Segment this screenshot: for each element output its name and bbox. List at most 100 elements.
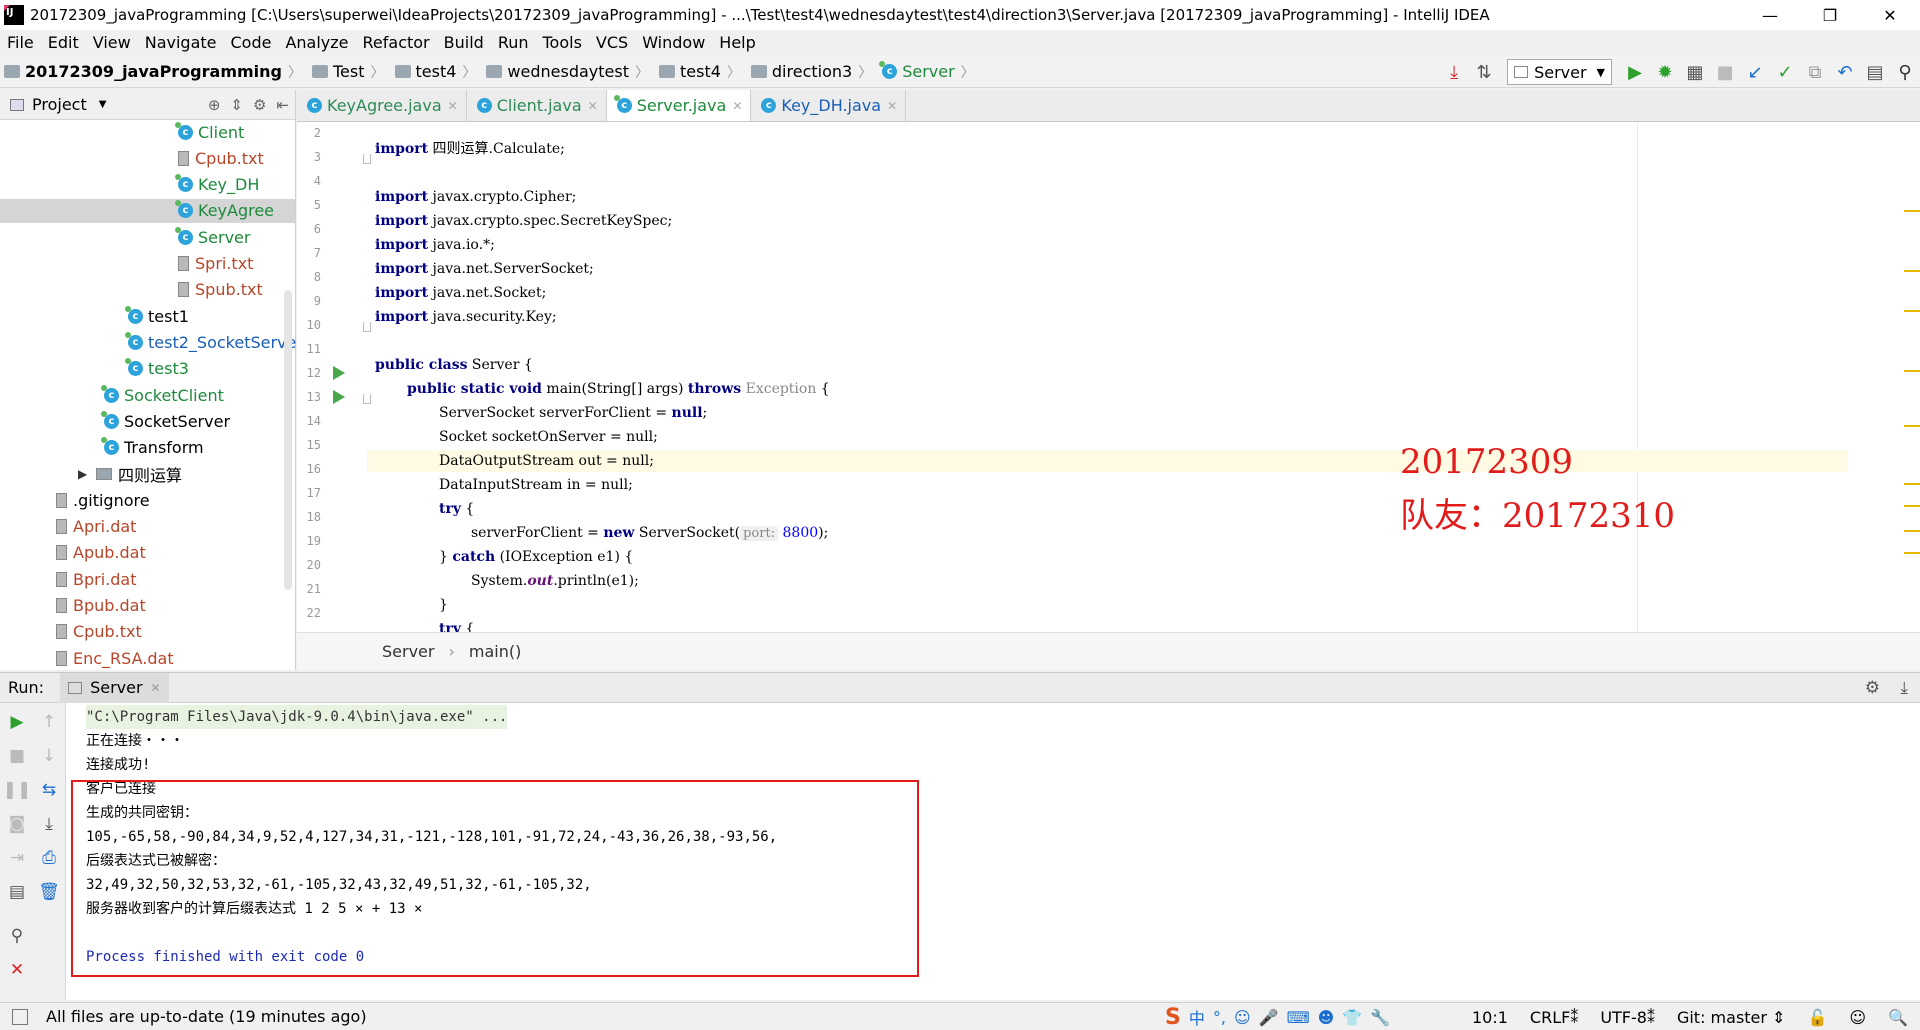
ime-emoji-icon[interactable]: ☺ <box>1234 1008 1251 1027</box>
editor-gutter[interactable]: 234567891011121314151617181920212223 <box>297 122 371 644</box>
lock-icon[interactable]: 🔓 <box>1807 1008 1827 1027</box>
tree-item[interactable]: c SocketClient <box>101 383 224 407</box>
tab-key-dh[interactable]: c Key_DH.java ✕ <box>751 90 907 121</box>
close-icon[interactable]: ✕ <box>732 99 742 113</box>
line-separator[interactable]: CRLF⁑ <box>1530 1008 1578 1027</box>
sogou-logo-icon[interactable]: S <box>1165 1005 1181 1030</box>
coverage-icon[interactable]: ▦ <box>1680 58 1710 86</box>
stop-icon[interactable]: ■ <box>1710 58 1740 86</box>
tree-item[interactable]: Bpub.dat <box>56 593 146 617</box>
code-area[interactable]: import 四则运算.Calculate; import javax.cryp… <box>367 122 1847 632</box>
tab-client[interactable]: c Client.java ✕ <box>467 90 607 121</box>
breadcrumb-server[interactable]: c Server 〉 <box>878 61 980 82</box>
close-run-icon[interactable]: ✕ <box>6 959 28 981</box>
tree-item[interactable]: c test1 <box>125 304 189 328</box>
debug-icon[interactable]: ✹ <box>1650 58 1680 86</box>
collapse-all-icon[interactable]: ⇕ <box>230 96 243 114</box>
layout-icon[interactable]: ▤ <box>6 881 28 903</box>
menu-help[interactable]: Help <box>712 33 762 52</box>
gear-icon[interactable]: ⚙ <box>253 96 266 114</box>
project-structure-icon[interactable]: ▤ <box>1860 58 1890 86</box>
pin-icon[interactable]: ⚲ <box>6 925 28 947</box>
menu-tools[interactable]: Tools <box>536 33 589 52</box>
tree-item[interactable]: c KeyAgree <box>0 198 295 223</box>
ime-punctuation[interactable]: °, <box>1213 1008 1226 1027</box>
project-scrollbar[interactable] <box>284 290 292 590</box>
stripe-marker[interactable] <box>1904 552 1920 554</box>
exit-icon[interactable]: ⇥ <box>6 847 28 869</box>
menu-run[interactable]: Run <box>491 33 536 52</box>
tree-item[interactable]: Cpub.txt <box>56 620 142 644</box>
ime-skin-icon[interactable]: 👕 <box>1342 1008 1362 1027</box>
search-icon[interactable]: ⚲ <box>1890 58 1920 86</box>
vcs-update-icon[interactable]: ↙ <box>1740 58 1770 86</box>
chevron-down-icon[interactable]: ▼ <box>99 99 107 110</box>
stripe-marker[interactable] <box>1904 370 1920 372</box>
sort-icon[interactable]: ⇅ <box>1469 58 1499 86</box>
menu-window[interactable]: Window <box>635 33 712 52</box>
stripe-marker[interactable] <box>1904 530 1920 532</box>
caret-position[interactable]: 10:1 <box>1472 1008 1508 1027</box>
stripe-marker[interactable] <box>1904 310 1920 312</box>
menu-refactor[interactable]: Refactor <box>356 33 437 52</box>
tree-item[interactable]: Apri.dat <box>56 515 136 539</box>
minimize-button[interactable]: — <box>1740 0 1800 30</box>
breadcrumb-wednesdaytest[interactable]: wednesdaytest 〉 <box>482 62 655 82</box>
ime-language[interactable]: 中 <box>1189 1005 1205 1029</box>
tree-item[interactable]: c test2_SocketServer <box>125 330 303 354</box>
tab-server[interactable]: c Server.java ✕ <box>606 90 752 121</box>
gear-icon[interactable]: ⚙ <box>1865 678 1880 698</box>
scroll-down-icon[interactable]: ↓ <box>38 745 60 767</box>
tree-item[interactable]: Bpri.dat <box>56 567 136 591</box>
hide-panel-icon[interactable]: ⇤ <box>276 96 289 114</box>
menu-file[interactable]: File <box>0 33 41 52</box>
ime-settings-icon[interactable]: 🔧 <box>1370 1008 1390 1027</box>
camera-icon[interactable]: ◙ <box>6 813 28 835</box>
menu-code[interactable]: Code <box>224 33 279 52</box>
stripe-marker[interactable] <box>1904 505 1920 507</box>
build-down-arrow-icon[interactable]: ⤓ <box>1439 58 1469 86</box>
tree-item[interactable]: Enc_RSA.dat <box>56 646 174 670</box>
ime-keyboard-icon[interactable]: ⌨ <box>1287 1008 1310 1027</box>
tree-item[interactable]: ▶ 四则运算 <box>78 462 182 486</box>
pause-icon[interactable]: ❚❚ <box>3 779 32 801</box>
breadcrumb-test4[interactable]: test4 〉 <box>391 62 483 82</box>
file-encoding[interactable]: UTF-8⁑ <box>1600 1008 1655 1027</box>
tab-keyagree[interactable]: c KeyAgree.java ✕ <box>297 90 467 121</box>
run-gutter-icon[interactable] <box>333 366 345 380</box>
event-log-icon[interactable]: 🔍 <box>1888 1008 1908 1027</box>
menu-analyze[interactable]: Analyze <box>278 33 355 52</box>
stripe-marker[interactable] <box>1904 270 1920 272</box>
hide-panel-icon[interactable]: ⤓ <box>1900 678 1908 698</box>
project-view-select[interactable]: Project <box>32 95 87 114</box>
stripe-marker[interactable] <box>1904 425 1920 427</box>
menu-view[interactable]: View <box>86 33 138 52</box>
tree-item[interactable]: Cpub.txt <box>178 146 264 170</box>
ime-user-icon[interactable]: ☻ <box>1318 1008 1335 1027</box>
soft-wrap-icon[interactable]: ⇆ <box>38 779 60 801</box>
close-button[interactable]: ✕ <box>1860 0 1920 30</box>
breadcrumb-project[interactable]: 20172309_javaProgramming 〉 <box>0 62 308 82</box>
editor-crumb-class[interactable]: Server <box>382 642 434 661</box>
tree-item[interactable]: c Transform <box>101 436 204 460</box>
run-icon[interactable]: ▶ <box>1620 58 1650 86</box>
menu-edit[interactable]: Edit <box>41 33 86 52</box>
tree-item[interactable]: Apub.dat <box>56 541 146 565</box>
run-configuration-select[interactable]: Server ▼ <box>1507 59 1612 85</box>
chevron-right-icon[interactable]: ▶ <box>78 467 90 481</box>
breadcrumb-test4-sub[interactable]: test4 〉 <box>655 62 747 82</box>
scroll-to-end-icon[interactable]: ⤓ <box>38 813 60 835</box>
trash-icon[interactable]: 🗑 <box>38 881 60 903</box>
close-icon[interactable]: ✕ <box>588 99 598 113</box>
inspector-icon[interactable]: ☺ <box>1849 1008 1866 1027</box>
close-icon[interactable]: ✕ <box>887 99 897 113</box>
menu-navigate[interactable]: Navigate <box>138 33 224 52</box>
restore-button[interactable]: ❐ <box>1800 0 1860 30</box>
locate-icon[interactable]: ⊕ <box>208 96 221 114</box>
editor-crumb-method[interactable]: main() <box>469 642 521 661</box>
tree-item[interactable]: .gitignore <box>56 488 150 512</box>
tree-item[interactable]: Spri.txt <box>178 252 253 276</box>
tree-item[interactable]: c Server <box>175 225 250 249</box>
tree-item[interactable]: c test3 <box>125 357 189 381</box>
ime-voice-icon[interactable]: 🎤 <box>1259 1008 1279 1027</box>
